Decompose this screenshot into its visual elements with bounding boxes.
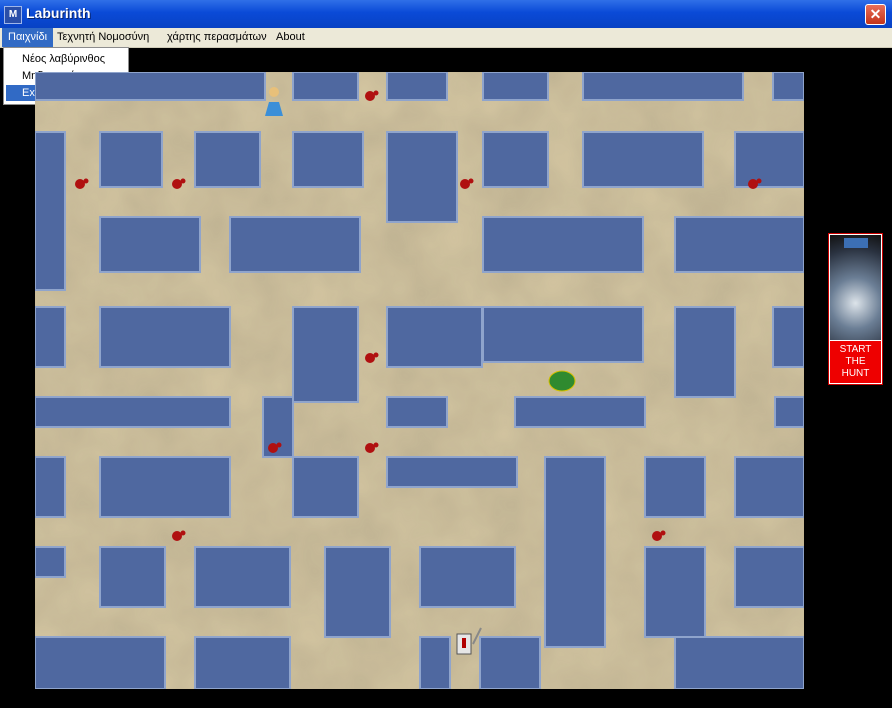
maze-wall	[324, 546, 391, 638]
maze-wall	[674, 306, 736, 398]
maze-wall	[99, 216, 201, 273]
monster-sprite	[548, 370, 576, 392]
poster-logo	[844, 238, 868, 248]
maze-wall	[674, 636, 804, 689]
start-hunt-button[interactable]: START THE HUNT	[830, 341, 881, 383]
window-title: Laburinth	[26, 5, 91, 21]
maze-wall	[292, 72, 359, 101]
hunt-line-2: THE	[845, 356, 866, 367]
maze-wall	[774, 396, 804, 428]
blood-drop	[180, 178, 186, 184]
maze-wall	[772, 72, 804, 101]
maze-wall	[35, 72, 266, 101]
menu-game[interactable]: Παιχνίδι	[2, 28, 54, 47]
maze-wall	[292, 131, 364, 188]
maze-wall	[514, 396, 646, 428]
blood-splatter	[365, 353, 375, 363]
new-maze-item[interactable]: Νέος λαβύρινθος	[6, 51, 124, 67]
menu-passages-map[interactable]: χάρτης περασμάτων	[161, 28, 273, 47]
maze-wall	[734, 456, 804, 518]
maze-wall	[482, 131, 549, 188]
blood-splatter	[172, 531, 182, 541]
maze-wall	[99, 546, 166, 608]
knight-cross	[462, 638, 466, 648]
maze-wall	[386, 131, 458, 223]
blood-drop	[373, 442, 379, 448]
close-button[interactable]: ✕	[865, 4, 886, 25]
maze-wall	[479, 636, 541, 689]
maze-wall	[35, 636, 166, 689]
maze-wall	[419, 546, 516, 608]
maze-wall	[674, 216, 804, 273]
maze-svg	[35, 72, 804, 689]
maze-wall	[386, 72, 448, 101]
monster-poster-icon	[830, 235, 881, 340]
blood-drop	[660, 530, 666, 536]
maze-wall	[35, 396, 231, 428]
maze-wall	[35, 131, 66, 291]
maze-wall	[229, 216, 361, 273]
blood-drop	[468, 178, 474, 184]
maze-wall	[386, 306, 483, 368]
maze-wall	[386, 396, 448, 428]
maze-wall	[482, 216, 644, 273]
maze-wall	[386, 456, 518, 488]
maze-wall	[194, 131, 261, 188]
blood-splatter	[460, 179, 470, 189]
menu-about[interactable]: About	[270, 28, 311, 47]
hunt-line-3: HUNT	[841, 368, 870, 379]
maze-wall	[35, 306, 66, 368]
blood-splatter	[75, 179, 85, 189]
maze-wall	[644, 456, 706, 518]
blood-drop	[756, 178, 762, 184]
blood-splatter	[652, 531, 662, 541]
blood-drop	[373, 352, 379, 358]
maze-wall	[582, 72, 744, 101]
title-bar: M Laburinth ✕	[0, 0, 892, 28]
blood-drop	[180, 530, 186, 536]
maze-wall	[482, 72, 549, 101]
blood-splatter	[748, 179, 758, 189]
maze-wall	[582, 131, 704, 188]
maze-wall	[772, 306, 804, 368]
maze-board[interactable]	[35, 72, 804, 689]
side-panel: START THE HUNT	[828, 233, 883, 385]
menu-ai[interactable]: Τεχνητή Νομοσύνη	[51, 28, 155, 47]
maze-wall	[35, 456, 66, 518]
blood-splatter	[365, 91, 375, 101]
maze-wall	[194, 546, 291, 608]
maze-wall	[734, 546, 804, 608]
maze-wall	[419, 636, 451, 689]
blood-drop	[276, 442, 282, 448]
maze-wall	[482, 306, 644, 363]
maze-wall	[734, 131, 804, 188]
menu-bar: Παιχνίδι Τεχνητή Νομοσύνη χάρτης περασμά…	[0, 28, 892, 48]
blood-splatter	[365, 443, 375, 453]
maze-wall	[99, 131, 163, 188]
maze-wall	[99, 456, 231, 518]
blood-splatter	[268, 443, 278, 453]
app-icon[interactable]: M	[4, 6, 22, 24]
hunt-line-1: START	[839, 344, 872, 355]
maze-wall	[99, 306, 231, 368]
blood-splatter	[172, 179, 182, 189]
princess-head	[269, 87, 279, 97]
blood-drop	[373, 90, 379, 96]
maze-wall	[292, 306, 359, 403]
maze-wall	[292, 456, 359, 518]
maze-wall	[35, 546, 66, 578]
maze-wall	[544, 456, 606, 648]
maze-wall	[644, 546, 706, 638]
blood-drop	[83, 178, 89, 184]
maze-wall	[194, 636, 291, 689]
